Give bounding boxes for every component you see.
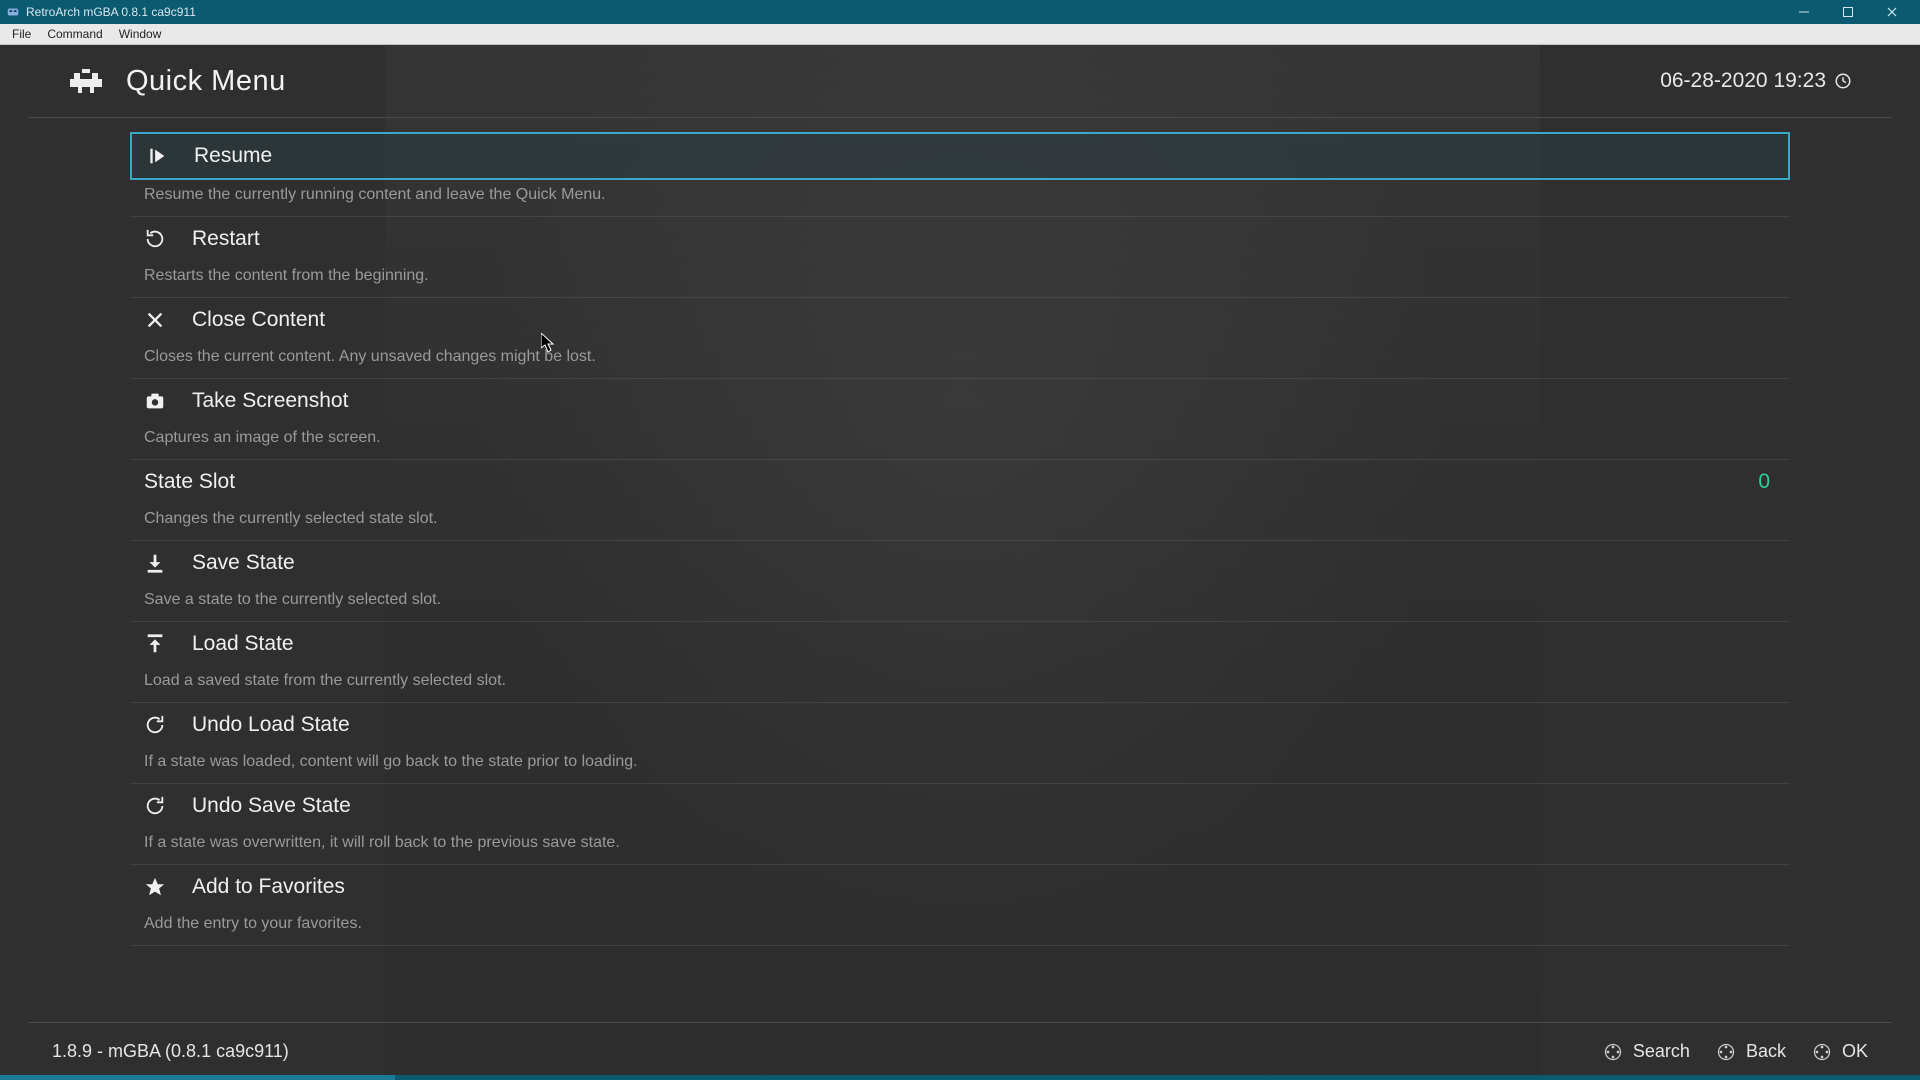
close-icon [144,309,166,331]
menu-item-label: Undo Load State [192,713,350,737]
header: Quick Menu 06-28-2020 19:23 [28,45,1892,118]
clock-text: 06-28-2020 19:23 [1660,69,1826,93]
menu-item-state-slot[interactable]: State Slot 0 Changes the currently selecte… [130,460,1790,541]
menu-item-value: 0 [1758,470,1776,494]
star-icon [144,876,166,898]
menu-item-label: Load State [192,632,294,656]
hint-ok[interactable]: OK [1812,1041,1868,1062]
menu-item-description: Closes the current content. Any unsaved … [130,342,1790,370]
menu-file[interactable]: File [4,25,39,43]
menu-item-label: State Slot [144,470,235,494]
clock-icon [1834,72,1852,90]
menu-item-description: If a state was overwritten, it will roll… [130,828,1790,856]
play-icon [146,145,168,167]
menu-item-description: Captures an image of the screen. [130,423,1790,451]
dpad-icon [1812,1042,1832,1062]
menu-item-label: Save State [192,551,295,575]
menu-item-label: Close Content [192,308,325,332]
menu-item-load-state[interactable]: Load State Load a saved state from the cu… [130,622,1790,703]
camera-icon [144,390,166,412]
menu-item-take-screenshot[interactable]: Take Screenshot Captures an image of the … [130,379,1790,460]
retroarch-logo-icon [68,63,104,99]
hint-back-label: Back [1746,1041,1786,1062]
menu-item-undo-save-state[interactable]: Undo Save State If a state was overwritte… [130,784,1790,865]
menu-item-description: Add the entry to your favorites. [130,909,1790,937]
menu-item-resume[interactable]: Resume Resume the currently running conte… [130,132,1790,217]
menu-item-undo-load-state[interactable]: Undo Load State If a state was loaded, co… [130,703,1790,784]
menu-item-label: Add to Favorites [192,875,345,899]
upload-icon [144,633,166,655]
menu-window[interactable]: Window [111,25,170,43]
download-icon [144,552,166,574]
menu-item-description: Save a state to the currently selected s… [130,585,1790,613]
menu-item-label: Restart [192,227,260,251]
taskbar-edge [0,1075,1920,1080]
menu-command[interactable]: Command [39,25,110,43]
menu-item-description: Load a saved state from the currently se… [130,666,1790,694]
dpad-icon [1603,1042,1623,1062]
hint-search-label: Search [1633,1041,1690,1062]
menubar: File Command Window [0,24,1920,45]
hint-back[interactable]: Back [1716,1041,1786,1062]
restart-icon [144,228,166,250]
maximize-button[interactable] [1826,0,1870,24]
footer-status: 1.8.9 - mGBA (0.8.1 ca9c911) [52,1041,289,1062]
undo-icon [144,714,166,736]
hint-search[interactable]: Search [1603,1041,1690,1062]
menu-item-restart[interactable]: Restart Restarts the content from the beg… [130,217,1790,298]
menu-item-label: Undo Save State [192,794,351,818]
app-icon [6,5,20,19]
menu-item-description: If a state was loaded, content will go b… [130,747,1790,775]
menu-item-label: Take Screenshot [192,389,348,413]
menu-list[interactable]: Resume Resume the currently running conte… [90,118,1830,1022]
window-title: RetroArch mGBA 0.8.1 ca9c911 [26,5,196,19]
menu-item-description: Restarts the content from the beginning. [130,261,1790,289]
hint-ok-label: OK [1842,1041,1868,1062]
menu-item-description: Resume the currently running content and… [130,180,1790,208]
footer: 1.8.9 - mGBA (0.8.1 ca9c911) Search Back… [28,1022,1892,1080]
menu-item-label: Resume [194,144,272,168]
window-titlebar: RetroArch mGBA 0.8.1 ca9c911 [0,0,1920,24]
menu-item-save-state[interactable]: Save State Save a state to the currently … [130,541,1790,622]
minimize-button[interactable] [1782,0,1826,24]
page-title: Quick Menu [126,65,286,98]
menu-item-description: Changes the currently selected state slo… [130,504,1790,532]
menu-item-add-to-favorites[interactable]: Add to Favorites Add the entry to your fa… [130,865,1790,946]
undo-icon [144,795,166,817]
menu-item-close-content[interactable]: Close Content Closes the current content.… [130,298,1790,379]
dpad-icon [1716,1042,1736,1062]
clock: 06-28-2020 19:23 [1660,69,1852,93]
close-button[interactable] [1870,0,1914,24]
